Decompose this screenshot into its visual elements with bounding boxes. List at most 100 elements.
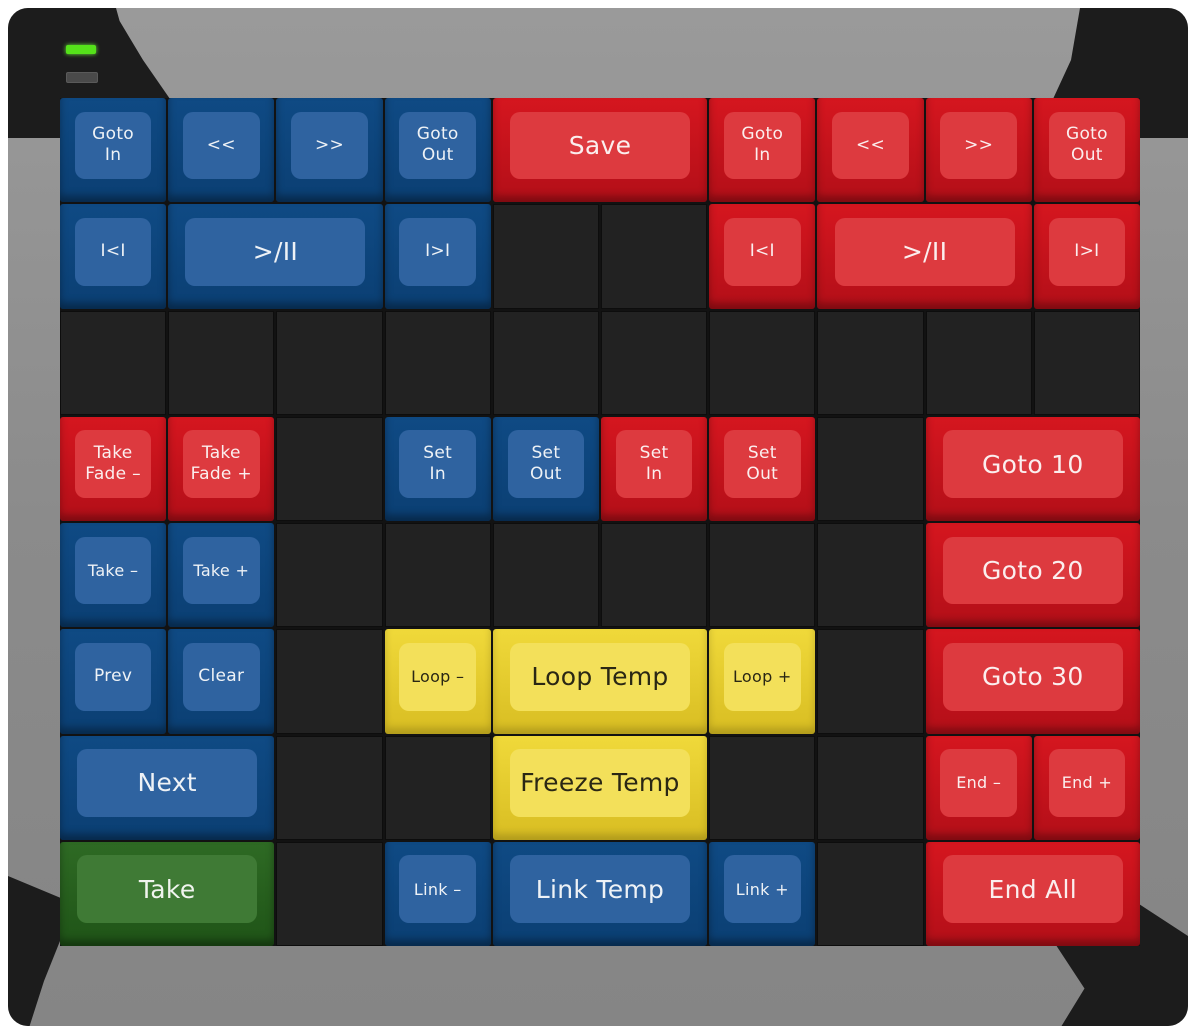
blank-key[interactable]	[600, 204, 708, 309]
blank-key[interactable]	[1033, 310, 1140, 415]
set-in-blue-key[interactable]: Set In	[384, 416, 491, 521]
skip-forward-right-key[interactable]: I>I	[1033, 204, 1140, 309]
key-label: Set Out	[746, 443, 779, 485]
blank-key[interactable]	[492, 204, 599, 309]
key-label: Loop –	[411, 667, 465, 687]
blank-key[interactable]	[709, 523, 816, 628]
blank-key[interactable]	[384, 310, 491, 415]
take-plus-key[interactable]: Take +	[168, 523, 275, 628]
key-label: <<	[206, 134, 236, 155]
goto-20-key[interactable]: Goto 20	[925, 523, 1140, 628]
blank-key[interactable]	[276, 841, 383, 946]
loop-temp-key[interactable]: Loop Temp	[492, 629, 708, 734]
play-pause-right-key[interactable]: >/II	[817, 204, 1032, 309]
skip-back-left-key[interactable]: I<I	[60, 204, 167, 309]
blank-key[interactable]	[276, 735, 383, 840]
take-fade-minus-key[interactable]: Take Fade –	[60, 416, 167, 521]
keycap-top: Goto In	[74, 111, 152, 180]
goto-in-right-key[interactable]: Goto In	[709, 98, 816, 203]
keycap-top: Take +	[183, 536, 260, 605]
goto-out-left-key[interactable]: Goto Out	[384, 98, 491, 203]
end-plus-key[interactable]: End +	[1033, 735, 1140, 840]
key-label: End +	[1061, 773, 1113, 793]
link-plus-key[interactable]: Link +	[709, 841, 816, 946]
fast-forward-right-key[interactable]: >>	[925, 98, 1032, 203]
blank-key[interactable]	[817, 416, 924, 521]
take-fade-plus-key[interactable]: Take Fade +	[168, 416, 275, 521]
blank-key[interactable]	[817, 841, 924, 946]
key-label: Take	[138, 874, 196, 904]
fast-forward-left-key[interactable]: >>	[276, 98, 383, 203]
end-all-key[interactable]: End All	[925, 841, 1140, 946]
blank-key[interactable]	[276, 310, 383, 415]
keycap-top: Goto In	[724, 111, 801, 180]
set-out-blue-key[interactable]: Set Out	[492, 416, 599, 521]
goto-30-key[interactable]: Goto 30	[925, 629, 1140, 734]
key-label: Link +	[735, 879, 789, 899]
keycap-top: Take –	[74, 536, 152, 605]
freeze-temp-key[interactable]: Freeze Temp	[492, 735, 708, 840]
play-pause-left-key[interactable]: >/II	[168, 204, 383, 309]
blank-key[interactable]	[817, 523, 924, 628]
goto-out-right-key[interactable]: Goto Out	[1033, 98, 1140, 203]
keycap-top: Goto 30	[942, 642, 1123, 711]
key-label: <<	[855, 134, 886, 155]
clear-key[interactable]: Clear	[168, 629, 275, 734]
blank-key[interactable]	[817, 629, 924, 734]
blank-key[interactable]	[817, 310, 924, 415]
skip-forward-left-key[interactable]: I>I	[384, 204, 491, 309]
key-label: Set In	[423, 443, 453, 485]
blank-key[interactable]	[276, 523, 383, 628]
blank-key[interactable]	[492, 523, 599, 628]
keycap-top: Set In	[399, 430, 476, 499]
set-in-red-key[interactable]: Set In	[600, 416, 708, 521]
keycap-top: Next	[77, 749, 258, 817]
keycap-top: >>	[940, 111, 1017, 180]
blank-key[interactable]	[276, 629, 383, 734]
keycap-top: Set Out	[507, 430, 585, 499]
keycap-top: Goto Out	[399, 111, 476, 180]
key-label: Goto Out	[1065, 124, 1108, 166]
skip-back-right-key[interactable]: I<I	[709, 204, 816, 309]
blank-key[interactable]	[276, 416, 383, 521]
next-key[interactable]: Next	[60, 735, 275, 840]
blank-key[interactable]	[817, 735, 924, 840]
blank-key[interactable]	[709, 310, 816, 415]
blank-key[interactable]	[384, 735, 491, 840]
blank-key[interactable]	[925, 310, 1032, 415]
blank-key[interactable]	[600, 310, 708, 415]
blank-key[interactable]	[384, 523, 491, 628]
blank-key[interactable]	[168, 310, 275, 415]
loop-plus-key[interactable]: Loop +	[709, 629, 816, 734]
rewind-left-key[interactable]: <<	[168, 98, 275, 203]
blank-key[interactable]	[492, 310, 599, 415]
save-key[interactable]: Save	[492, 98, 708, 203]
key-label: Clear	[198, 666, 245, 687]
set-out-red-key[interactable]: Set Out	[709, 416, 816, 521]
key-label: Goto 20	[981, 555, 1084, 585]
keycap-top: Loop Temp	[509, 642, 691, 711]
keycap-top: Prev	[74, 642, 152, 711]
key-label: >>	[314, 134, 345, 155]
keycap-top: Set Out	[724, 430, 801, 499]
rewind-right-key[interactable]: <<	[817, 98, 924, 203]
blank-key[interactable]	[60, 310, 167, 415]
end-minus-key[interactable]: End –	[925, 735, 1032, 840]
goto-10-key[interactable]: Goto 10	[925, 416, 1140, 521]
key-label: End All	[988, 874, 1078, 904]
take-minus-key[interactable]: Take –	[60, 523, 167, 628]
prev-key[interactable]: Prev	[60, 629, 167, 734]
key-label: Set In	[639, 443, 669, 485]
key-label: Link –	[413, 879, 462, 899]
keycap-top: Link +	[724, 855, 801, 924]
keycap-top: Loop –	[399, 642, 476, 711]
take-key[interactable]: Take	[60, 841, 275, 946]
keycap-top: <<	[183, 111, 260, 180]
blank-key[interactable]	[709, 735, 816, 840]
key-label: Goto In	[92, 124, 135, 166]
loop-minus-key[interactable]: Loop –	[384, 629, 491, 734]
link-minus-key[interactable]: Link –	[384, 841, 491, 946]
goto-in-left-key[interactable]: Goto In	[60, 98, 167, 203]
blank-key[interactable]	[600, 523, 708, 628]
link-temp-key[interactable]: Link Temp	[492, 841, 708, 946]
